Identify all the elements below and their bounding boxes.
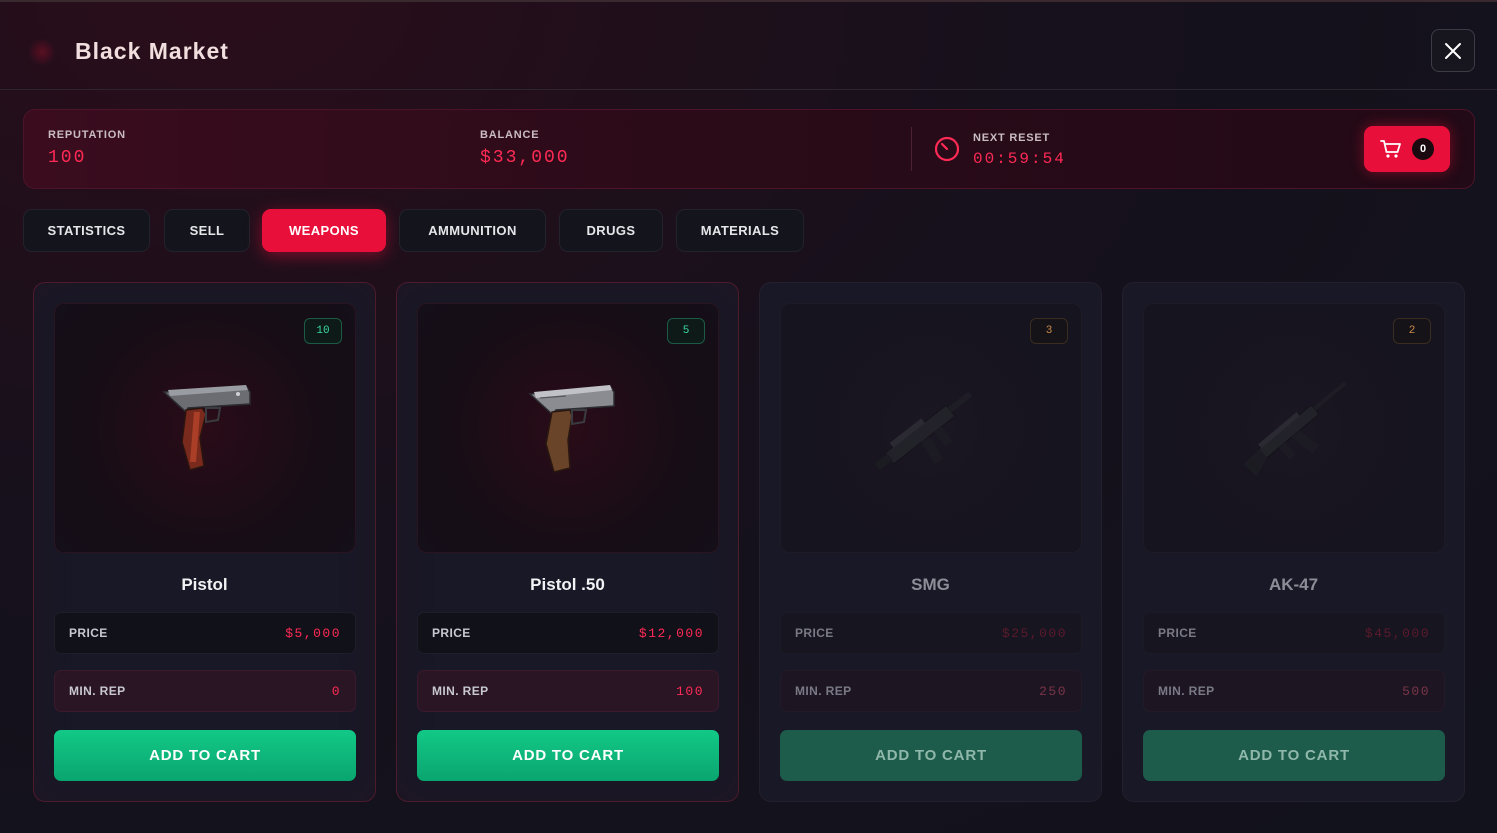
item-image-frame: 2	[1143, 303, 1445, 553]
tab-statistics[interactable]: STATISTICS	[23, 209, 150, 252]
black-market-window: Black Market REPUTATION 100 BALANCE $33,…	[0, 0, 1497, 833]
item-name: Pistol .50	[530, 575, 605, 594]
stock-badge: 2	[1393, 318, 1431, 344]
item-card-smg: 3 SMG PRICE $25,000 MIN. REP 250 ADD TO …	[759, 282, 1102, 802]
reset-timer: 00:59:54	[973, 150, 1066, 168]
min-rep-label: MIN. REP	[795, 684, 852, 698]
price-label: PRICE	[795, 626, 834, 640]
balance-value: $33,000	[480, 148, 570, 168]
balance-label: BALANCE	[480, 129, 540, 141]
min-rep-value: 500	[1402, 683, 1430, 699]
item-name: AK-47	[1268, 575, 1319, 594]
item-name: SMG	[911, 575, 950, 594]
tab-drugs[interactable]: DRUGS	[559, 209, 663, 252]
stats-bar: REPUTATION 100 BALANCE $33,000 NEXT RESE…	[23, 109, 1475, 189]
reputation-label: REPUTATION	[48, 129, 126, 141]
add-to-cart-button[interactable]: ADD TO CART	[780, 730, 1082, 781]
min-rep-row: MIN. REP 250	[780, 670, 1082, 712]
min-rep-row: MIN. REP 0	[54, 670, 356, 712]
reputation-value: 100	[48, 148, 87, 168]
reset-label: NEXT RESET	[973, 132, 1051, 144]
min-rep-label: MIN. REP	[1158, 684, 1215, 698]
cart-icon	[1380, 140, 1401, 158]
min-rep-value: 250	[1039, 683, 1067, 699]
add-to-cart-button[interactable]: ADD TO CART	[417, 730, 719, 781]
add-to-cart-button[interactable]: ADD TO CART	[1143, 730, 1445, 781]
price-row: PRICE $5,000	[54, 612, 356, 654]
stats-divider	[911, 127, 912, 171]
min-rep-row: MIN. REP 500	[1143, 670, 1445, 712]
stock-badge: 3	[1030, 318, 1068, 344]
cart-button[interactable]: 0	[1364, 126, 1450, 172]
price-value: $5,000	[285, 625, 341, 641]
price-row: PRICE $45,000	[1143, 612, 1445, 654]
close-icon	[1445, 42, 1461, 59]
price-label: PRICE	[432, 626, 471, 640]
price-label: PRICE	[1158, 626, 1197, 640]
item-name: Pistol	[181, 575, 228, 594]
brand-glow-icon	[28, 38, 56, 66]
price-row: PRICE $25,000	[780, 612, 1082, 654]
timer-icon	[934, 136, 960, 162]
tab-sell[interactable]: SELL	[164, 209, 250, 252]
item-card-pistol-50: 5 Pistol .50 PRICE $12,000 MIN. REP 100 …	[396, 282, 739, 802]
tab-ammunition[interactable]: AMMUNITION	[399, 209, 546, 252]
page-title: Black Market	[75, 38, 229, 64]
price-label: PRICE	[69, 626, 108, 640]
cart-count-badge: 0	[1412, 138, 1434, 160]
item-image-frame: 3	[780, 303, 1082, 553]
min-rep-value: 0	[331, 683, 341, 699]
add-to-cart-button[interactable]: ADD TO CART	[54, 730, 356, 781]
min-rep-label: MIN. REP	[69, 684, 126, 698]
item-card-ak-47: 2 AK-47 PRICE $45,000 MIN. REP 500 ADD T…	[1122, 282, 1465, 802]
header: Black Market	[0, 2, 1497, 90]
price-value: $25,000	[1001, 625, 1067, 641]
item-image-frame: 5	[417, 303, 719, 553]
item-image-frame: 10	[54, 303, 356, 553]
min-rep-row: MIN. REP 100	[417, 670, 719, 712]
min-rep-label: MIN. REP	[432, 684, 489, 698]
stock-badge: 5	[667, 318, 705, 344]
price-value: $45,000	[1364, 625, 1430, 641]
price-row: PRICE $12,000	[417, 612, 719, 654]
tab-materials[interactable]: MATERIALS	[676, 209, 804, 252]
stock-badge: 10	[304, 318, 342, 344]
price-value: $12,000	[638, 625, 704, 641]
close-button[interactable]	[1431, 29, 1475, 72]
item-card-pistol: 10 Pistol PRICE $5,000 MIN. REP 0 ADD TO…	[33, 282, 376, 802]
tab-weapons[interactable]: WEAPONS	[262, 209, 386, 252]
min-rep-value: 100	[676, 683, 704, 699]
